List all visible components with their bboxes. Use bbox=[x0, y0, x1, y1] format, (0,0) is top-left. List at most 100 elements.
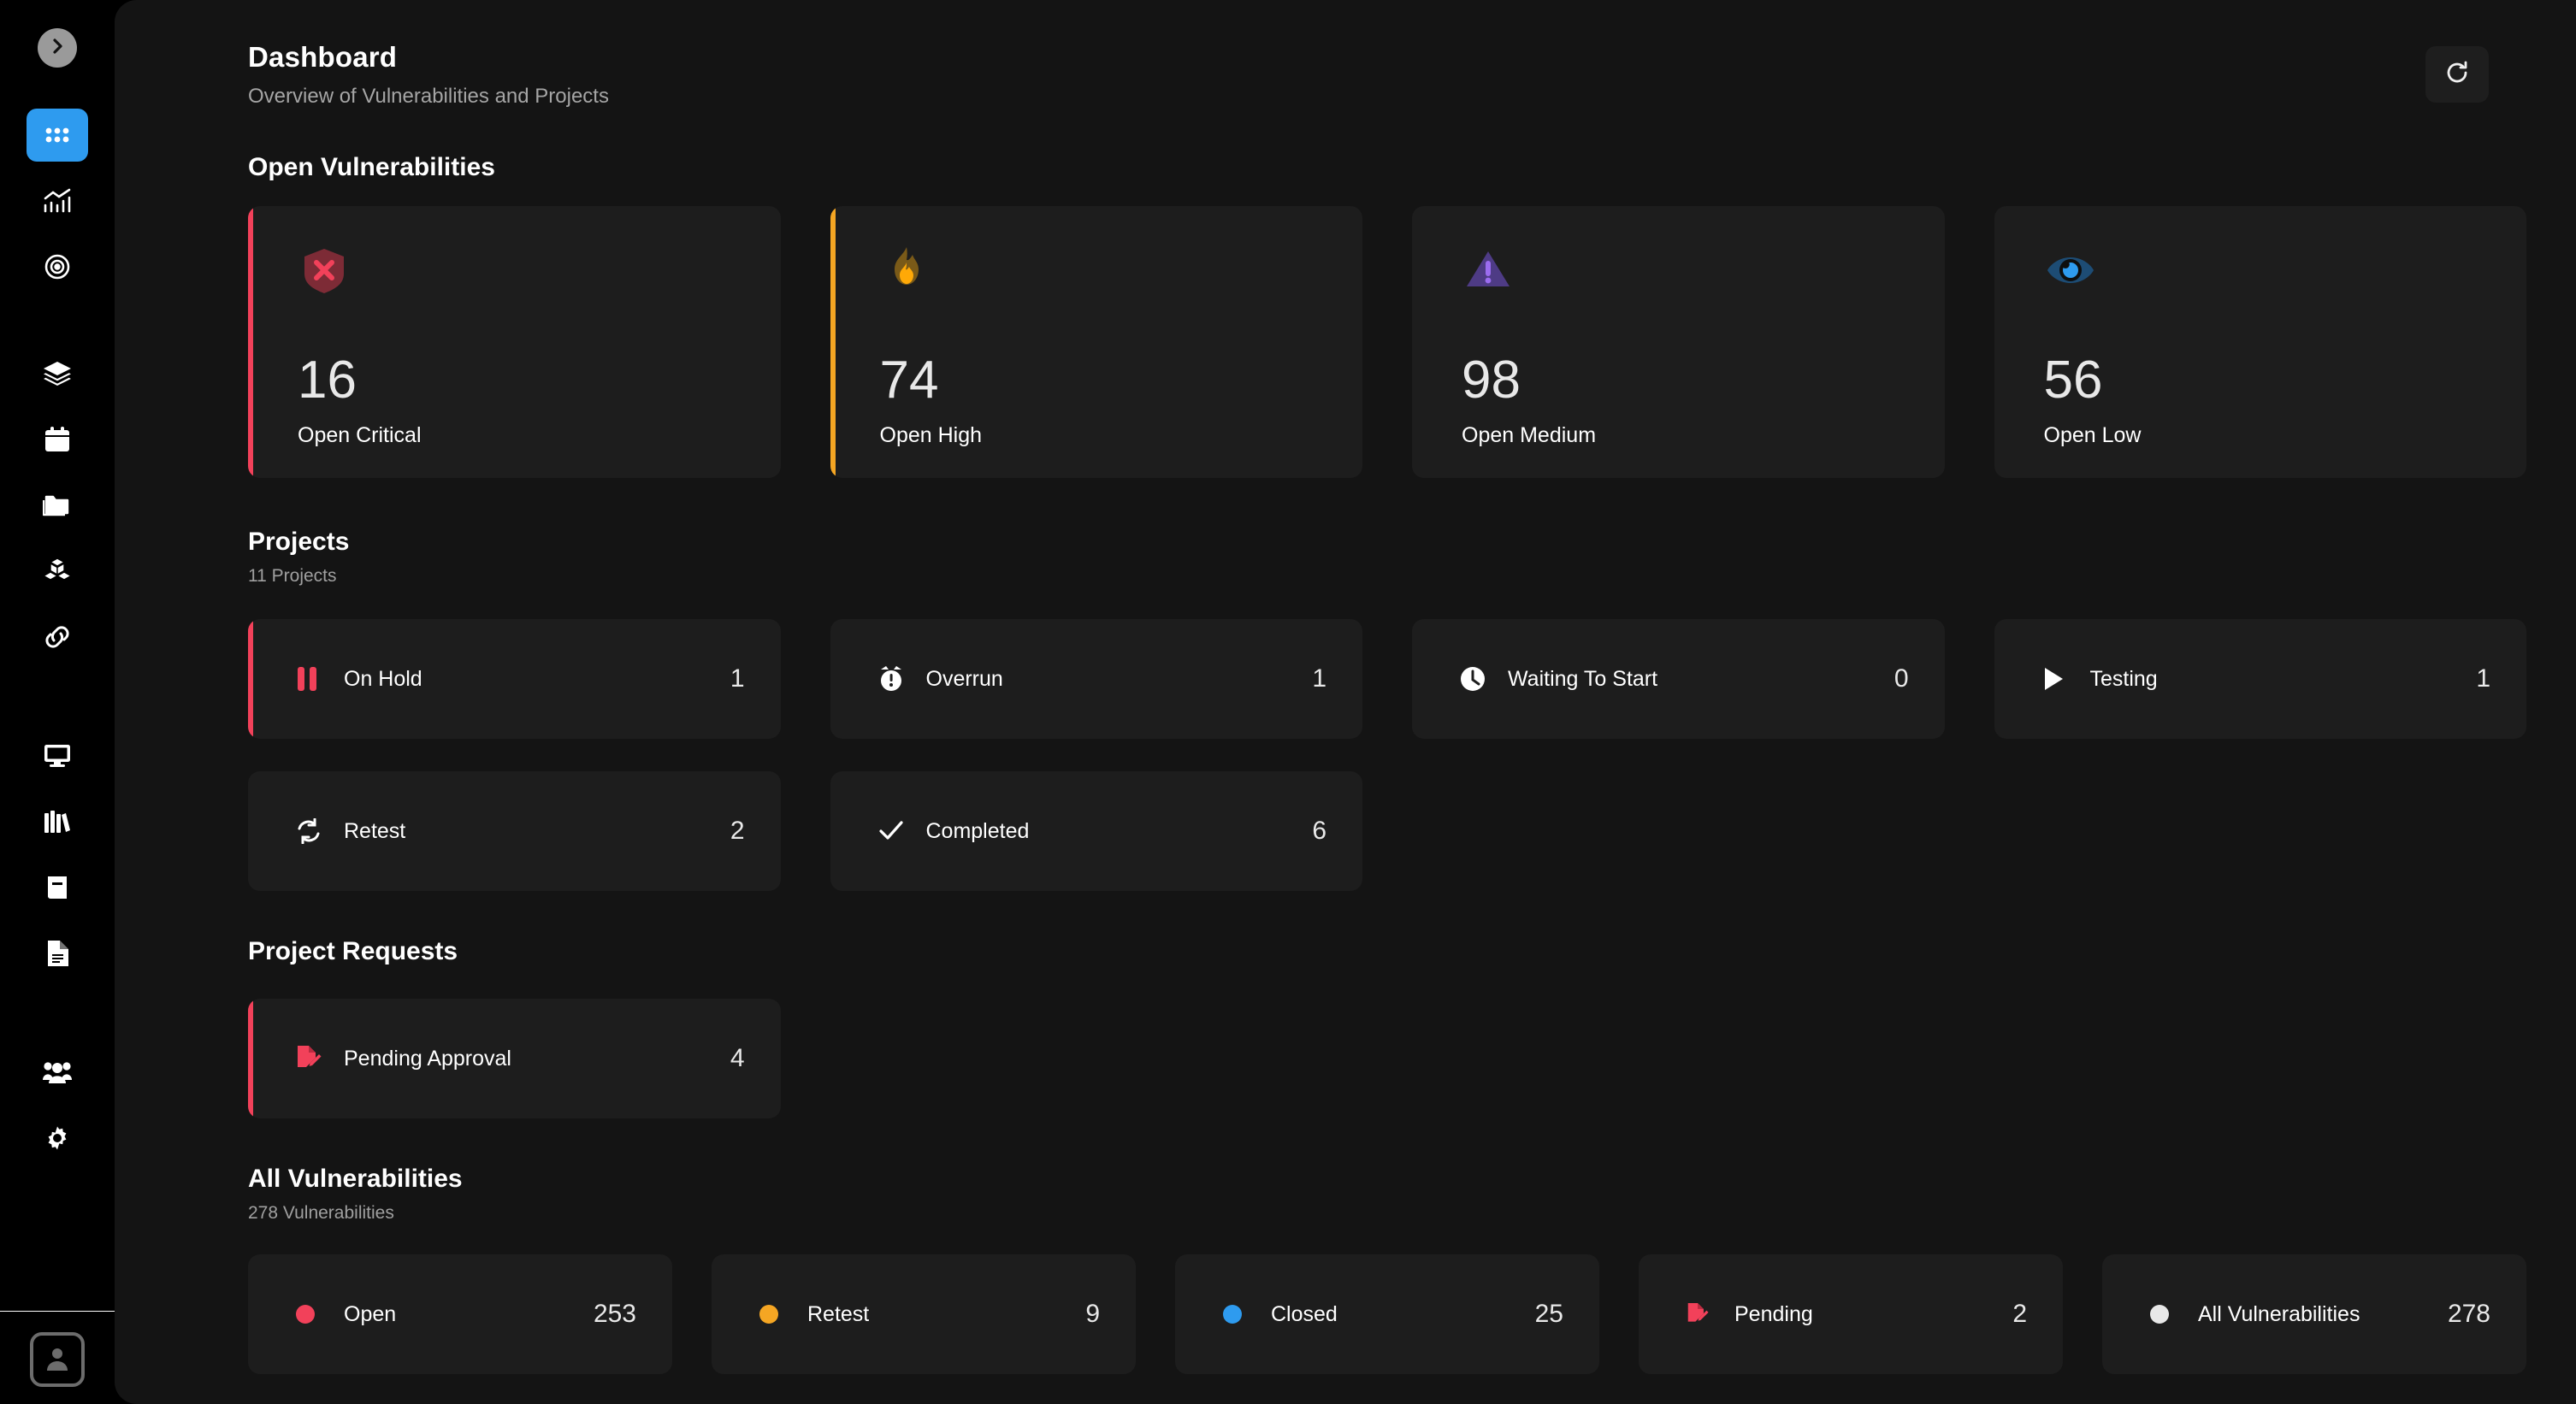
sidebar-item-calendar[interactable] bbox=[27, 413, 88, 466]
project-card-label: Retest bbox=[344, 818, 406, 843]
dot-icon bbox=[296, 1305, 328, 1324]
section-project-requests: Project Requests Pending Approval 4 bbox=[248, 937, 2526, 1118]
sidebar-item-integrations[interactable] bbox=[27, 611, 88, 664]
sidebar-item-layers[interactable] bbox=[27, 347, 88, 400]
project-card-label: Completed bbox=[925, 818, 1030, 843]
monitor-icon bbox=[43, 743, 72, 769]
page-header: Dashboard Overview of Vulnerabilities an… bbox=[248, 41, 2526, 109]
all-vuln-card-value: 2 bbox=[2012, 1300, 2027, 1328]
all-vuln-card-label: Closed bbox=[1271, 1301, 1338, 1326]
project-card-label: On Hold bbox=[344, 666, 422, 691]
refresh-cycle-icon bbox=[296, 818, 328, 844]
sidebar bbox=[0, 0, 115, 1404]
card-accent-edge bbox=[248, 619, 253, 739]
vuln-card-label: Open High bbox=[879, 423, 983, 447]
all-vuln-card-label: All Vulnerabilities bbox=[2198, 1301, 2360, 1326]
project-card-value: 1 bbox=[2476, 664, 2490, 693]
projects-grid-row1: On Hold 1 Overrun 1 Waiting To Start 0 T… bbox=[248, 619, 2526, 739]
layers-icon bbox=[43, 360, 72, 387]
app-root: Dashboard Overview of Vulnerabilities an… bbox=[0, 0, 2576, 1404]
vuln-card-label: Open Low bbox=[2043, 423, 2142, 447]
project-card-value: 6 bbox=[1312, 817, 1326, 845]
all-vuln-card-value: 278 bbox=[2447, 1300, 2490, 1328]
all-vuln-card-label: Retest bbox=[807, 1301, 870, 1326]
sidebar-item-targets[interactable] bbox=[27, 240, 88, 293]
project-card-completed[interactable]: Completed 6 bbox=[830, 771, 1362, 891]
request-card-value: 4 bbox=[730, 1044, 745, 1072]
sidebar-divider bbox=[0, 1311, 115, 1312]
sidebar-item-users[interactable] bbox=[27, 1046, 88, 1099]
all-vuln-card-value: 253 bbox=[593, 1300, 636, 1328]
sidebar-item-library[interactable] bbox=[27, 795, 88, 848]
document-icon bbox=[45, 940, 69, 967]
check-icon bbox=[878, 820, 911, 842]
sidebar-item-dashboard[interactable] bbox=[27, 109, 88, 162]
page-title: Dashboard bbox=[248, 41, 398, 73]
all-vuln-card-pending[interactable]: Pending 2 bbox=[1639, 1254, 2063, 1374]
all-vuln-card-open[interactable]: Open 253 bbox=[248, 1254, 672, 1374]
flame-icon bbox=[880, 247, 933, 300]
calendar-icon bbox=[44, 426, 70, 453]
project-card-value: 2 bbox=[730, 817, 745, 845]
document-edit-icon bbox=[296, 1045, 328, 1072]
sidebar-item-settings[interactable] bbox=[27, 1112, 88, 1165]
warning-triangle-icon bbox=[1462, 251, 1515, 300]
vuln-card-value: 98 bbox=[1462, 351, 1521, 410]
dot-icon bbox=[2150, 1305, 2183, 1324]
eye-icon bbox=[2044, 257, 2097, 300]
project-card-testing[interactable]: Testing 1 bbox=[1994, 619, 2526, 739]
avatar[interactable] bbox=[30, 1332, 85, 1387]
main-content: Dashboard Overview of Vulnerabilities an… bbox=[115, 0, 2576, 1404]
all-vuln-card-value: 9 bbox=[1085, 1300, 1100, 1328]
sidebar-collapse-toggle[interactable] bbox=[38, 28, 77, 68]
books-icon bbox=[44, 809, 71, 835]
pause-icon bbox=[296, 666, 328, 692]
folder-icon bbox=[43, 493, 72, 518]
sidebar-item-knowledge-base[interactable] bbox=[27, 861, 88, 914]
all-vuln-card-closed[interactable]: Closed 25 bbox=[1175, 1254, 1599, 1374]
dot-icon bbox=[1223, 1305, 1256, 1324]
project-card-retest[interactable]: Retest 2 bbox=[248, 771, 781, 891]
project-card-waiting-to-start[interactable]: Waiting To Start 0 bbox=[1412, 619, 1945, 739]
sidebar-item-reports[interactable] bbox=[27, 927, 88, 980]
all-vuln-card-label: Pending bbox=[1734, 1301, 1813, 1326]
refresh-button[interactable] bbox=[2425, 46, 2489, 103]
section-open-vulnerabilities: Open Vulnerabilities 16 Open Critical 74 bbox=[248, 153, 2526, 478]
sidebar-item-projects[interactable] bbox=[27, 479, 88, 532]
sidebar-item-monitoring[interactable] bbox=[27, 729, 88, 782]
project-card-label: Overrun bbox=[925, 666, 1003, 691]
people-icon bbox=[42, 1061, 73, 1083]
vuln-card-open-high[interactable]: 74 Open High bbox=[830, 206, 1362, 478]
all-vulnerabilities-grid: Open 253 Retest 9 Closed 25 Pending 2 Al… bbox=[248, 1254, 2526, 1374]
vuln-card-value: 56 bbox=[2043, 351, 2103, 410]
project-card-overrun[interactable]: Overrun 1 bbox=[830, 619, 1362, 739]
card-accent-edge bbox=[248, 206, 253, 478]
all-vuln-card-retest[interactable]: Retest 9 bbox=[712, 1254, 1136, 1374]
project-card-value: 1 bbox=[1312, 664, 1326, 693]
all-vuln-card-all[interactable]: All Vulnerabilities 278 bbox=[2102, 1254, 2526, 1374]
link-icon bbox=[43, 624, 72, 650]
sidebar-item-analytics[interactable] bbox=[27, 174, 88, 227]
section-all-vulnerabilities: All Vulnerabilities 278 Vulnerabilities … bbox=[248, 1165, 2526, 1374]
sidebar-nav-primary bbox=[0, 109, 115, 1177]
request-card-pending-approval[interactable]: Pending Approval 4 bbox=[248, 999, 781, 1118]
section-title-open-vulnerabilities: Open Vulnerabilities bbox=[248, 153, 495, 181]
vuln-card-open-critical[interactable]: 16 Open Critical bbox=[248, 206, 781, 478]
section-title-project-requests: Project Requests bbox=[248, 937, 458, 965]
project-card-label: Testing bbox=[2089, 666, 2158, 691]
clock-icon bbox=[1460, 666, 1492, 692]
section-title-all-vulnerabilities: All Vulnerabilities bbox=[248, 1165, 463, 1193]
play-icon bbox=[2042, 666, 2075, 692]
project-card-on-hold[interactable]: On Hold 1 bbox=[248, 619, 781, 739]
dashboard-grid-icon bbox=[44, 126, 70, 145]
sidebar-item-assets[interactable] bbox=[27, 545, 88, 598]
projects-grid-row2: Retest 2 Completed 6 bbox=[248, 771, 2526, 891]
card-accent-edge bbox=[248, 999, 253, 1118]
section-projects: Projects 11 Projects On Hold 1 Overrun 1… bbox=[248, 528, 2526, 891]
document-edit-icon bbox=[1687, 1301, 1719, 1327]
all-vuln-card-label: Open bbox=[344, 1301, 397, 1326]
all-vuln-card-value: 25 bbox=[1534, 1300, 1563, 1328]
vuln-card-open-medium[interactable]: 98 Open Medium bbox=[1412, 206, 1945, 478]
section-title-projects: Projects bbox=[248, 528, 350, 556]
vuln-card-open-low[interactable]: 56 Open Low bbox=[1994, 206, 2526, 478]
